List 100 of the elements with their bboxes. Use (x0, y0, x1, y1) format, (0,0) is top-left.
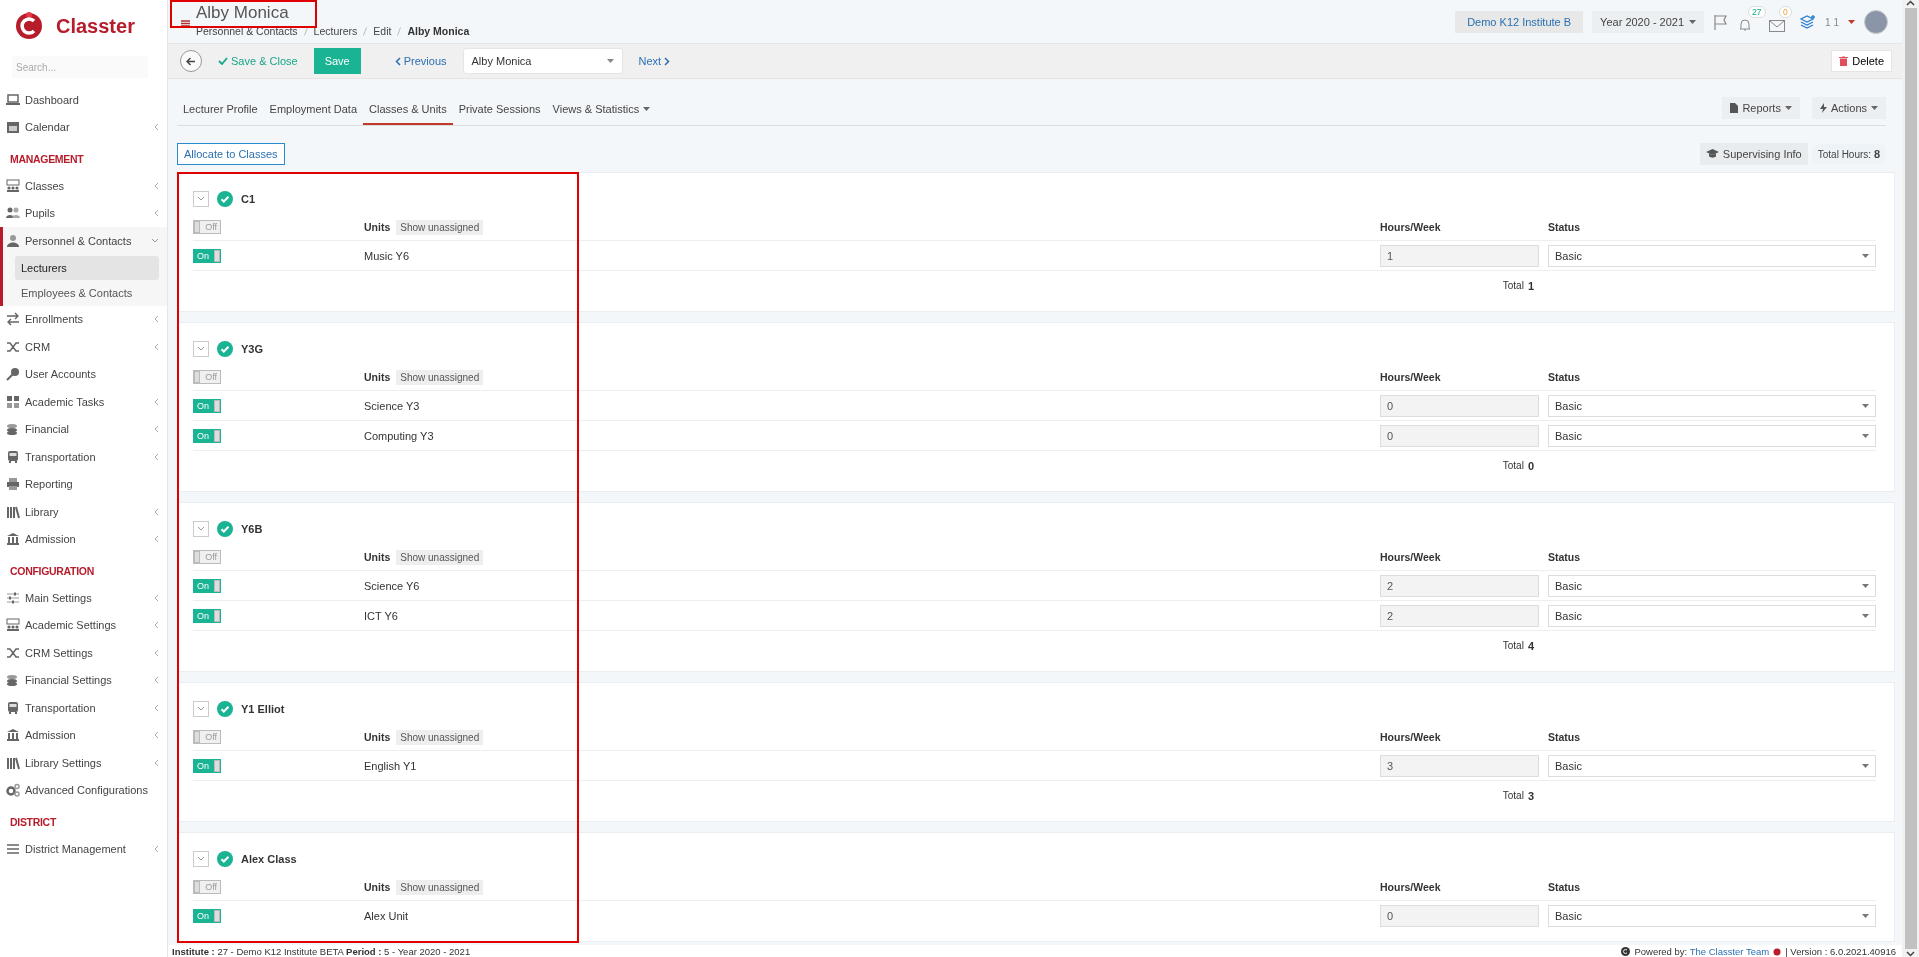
status-dropdown[interactable]: Basic (1548, 394, 1876, 417)
show-unassigned-button[interactable]: Show unassigned (396, 369, 484, 385)
scrollbar[interactable] (1902, 0, 1919, 957)
search-field[interactable]: Search... (12, 56, 148, 78)
allocate-button[interactable]: Allocate to Classes (177, 142, 285, 165)
hours-field[interactable]: 2 (1380, 574, 1539, 597)
nav-item[interactable]: Transportation (0, 694, 167, 722)
chevron-down-icon (151, 237, 159, 244)
status-dropdown[interactable]: Basic (1548, 754, 1876, 777)
show-unassigned-button[interactable]: Show unassigned (396, 219, 484, 235)
nav-item[interactable]: Academic Tasks (0, 388, 167, 416)
status-dropdown[interactable]: Basic (1548, 424, 1876, 447)
column-header: Status (1548, 731, 1581, 743)
nav-item[interactable]: Library Settings (0, 749, 167, 777)
column-header: Units (364, 371, 391, 383)
delete-button[interactable]: Delete (1831, 50, 1892, 72)
nav-item[interactable]: Financial (0, 415, 167, 443)
hours-field[interactable]: 1 (1380, 244, 1539, 267)
hours-field[interactable]: 0 (1380, 424, 1539, 447)
nav-item[interactable]: User Accounts (0, 360, 167, 388)
flag-icon[interactable] (1713, 14, 1730, 30)
column-header: Units (364, 731, 391, 743)
scroll-down-icon[interactable] (1906, 951, 1915, 957)
tab[interactable]: Employment Data (263, 97, 364, 125)
tab[interactable]: Classes & Units (363, 97, 453, 125)
tab[interactable]: Views & Statistics (546, 97, 657, 125)
hours-field[interactable]: 2 (1380, 604, 1539, 627)
column-header: Hours/Week (1380, 371, 1441, 383)
tab[interactable]: Lecturer Profile (177, 97, 264, 125)
collapse-button[interactable] (193, 341, 209, 357)
nav-item[interactable]: Calendar (0, 113, 167, 141)
show-unassigned-button[interactable]: Show unassigned (396, 549, 484, 565)
team-link[interactable]: The Classter Team (1689, 945, 1770, 957)
show-unassigned-button[interactable]: Show unassigned (396, 729, 484, 745)
show-unassigned-button[interactable]: Show unassigned (396, 879, 484, 895)
printer-icon (6, 477, 20, 492)
chevron-left-icon (153, 621, 159, 630)
nav-item[interactable]: District Management (0, 835, 167, 863)
nav-item[interactable]: Library (0, 498, 167, 526)
classroom-icon (6, 618, 20, 633)
column-header: Units (364, 881, 391, 893)
nav-item[interactable]: Financial Settings (0, 666, 167, 694)
layers-plus-icon[interactable] (1800, 15, 1817, 29)
reports-button[interactable]: Reports (1722, 97, 1800, 119)
hours-field[interactable]: 3 (1380, 754, 1539, 777)
nav-item[interactable]: Pupils (0, 199, 167, 227)
submenu-item[interactable]: Lecturers (15, 255, 159, 280)
nav-item[interactable]: Transportation (0, 443, 167, 471)
nav-item[interactable]: Main Settings (0, 584, 167, 612)
record-dropdown[interactable]: Alby Monica (462, 48, 623, 74)
check-icon (218, 57, 228, 65)
bell-icon[interactable] (1738, 18, 1753, 32)
next-link[interactable]: Next (632, 54, 677, 68)
nav-item[interactable]: Academic Settings (0, 611, 167, 639)
supervising-info-button[interactable]: Supervising Info (1699, 142, 1808, 165)
status-dropdown[interactable]: Basic (1548, 244, 1876, 267)
collapse-button[interactable] (193, 851, 209, 867)
scroll-up-icon[interactable] (1906, 0, 1915, 6)
version-text: | Version : 6.0.2021.40916 (1785, 945, 1896, 957)
avatar[interactable] (1864, 10, 1888, 34)
back-button[interactable] (180, 50, 202, 72)
document-icon (1730, 103, 1739, 113)
nav-item[interactable]: CRM (0, 333, 167, 361)
submenu-item[interactable]: Employees & Contacts (15, 280, 159, 305)
tab[interactable]: Private Sessions (452, 97, 547, 125)
chevron-left-icon (153, 123, 159, 132)
status-dropdown[interactable]: Basic (1548, 574, 1876, 597)
hours-field[interactable]: 0 (1380, 904, 1539, 927)
chevron-left-icon (153, 844, 159, 853)
envelope-icon[interactable] (1769, 20, 1786, 32)
previous-link[interactable]: Previous (388, 54, 453, 68)
nav-item[interactable]: Dashboard (0, 86, 167, 114)
collapse-button[interactable] (193, 191, 209, 207)
people-icon (6, 206, 20, 221)
total-label: Total (1502, 640, 1524, 651)
year-dropdown[interactable]: Year 2020 - 2021 (1592, 11, 1705, 33)
breadcrumb-link[interactable]: Edit (373, 25, 392, 37)
class-name: Y1 Elliot (241, 703, 285, 715)
status-dropdown[interactable]: Basic (1548, 604, 1876, 627)
nav-item[interactable]: Enrollments (0, 305, 167, 333)
actions-button[interactable]: Actions (1811, 97, 1886, 119)
collapse-button[interactable] (193, 521, 209, 537)
nav-item[interactable]: Reporting (0, 470, 167, 498)
column-header: Hours/Week (1380, 221, 1441, 233)
nav-item[interactable]: Admission (0, 721, 167, 749)
breadcrumb-link[interactable]: Lecturers (313, 25, 358, 37)
nav-item[interactable]: Advanced Configurations (0, 776, 167, 804)
menu-icon[interactable] (181, 20, 190, 27)
nav-item[interactable]: CRM Settings (0, 639, 167, 667)
institute-button[interactable]: Demo K12 Institute B (1455, 11, 1584, 33)
status-dropdown[interactable]: Basic (1548, 904, 1876, 927)
nav-item[interactable]: Admission (0, 525, 167, 553)
unit-name: English Y1 (364, 759, 417, 772)
chevron-left-icon (153, 703, 159, 712)
nav-item[interactable]: Personnel & Contacts (3, 227, 167, 255)
trash-icon (1839, 56, 1849, 66)
collapse-button[interactable] (193, 701, 209, 717)
user-menu[interactable]: 1 1 (1825, 16, 1839, 28)
hours-field[interactable]: 0 (1380, 394, 1539, 417)
nav-item[interactable]: Classes (0, 172, 167, 200)
